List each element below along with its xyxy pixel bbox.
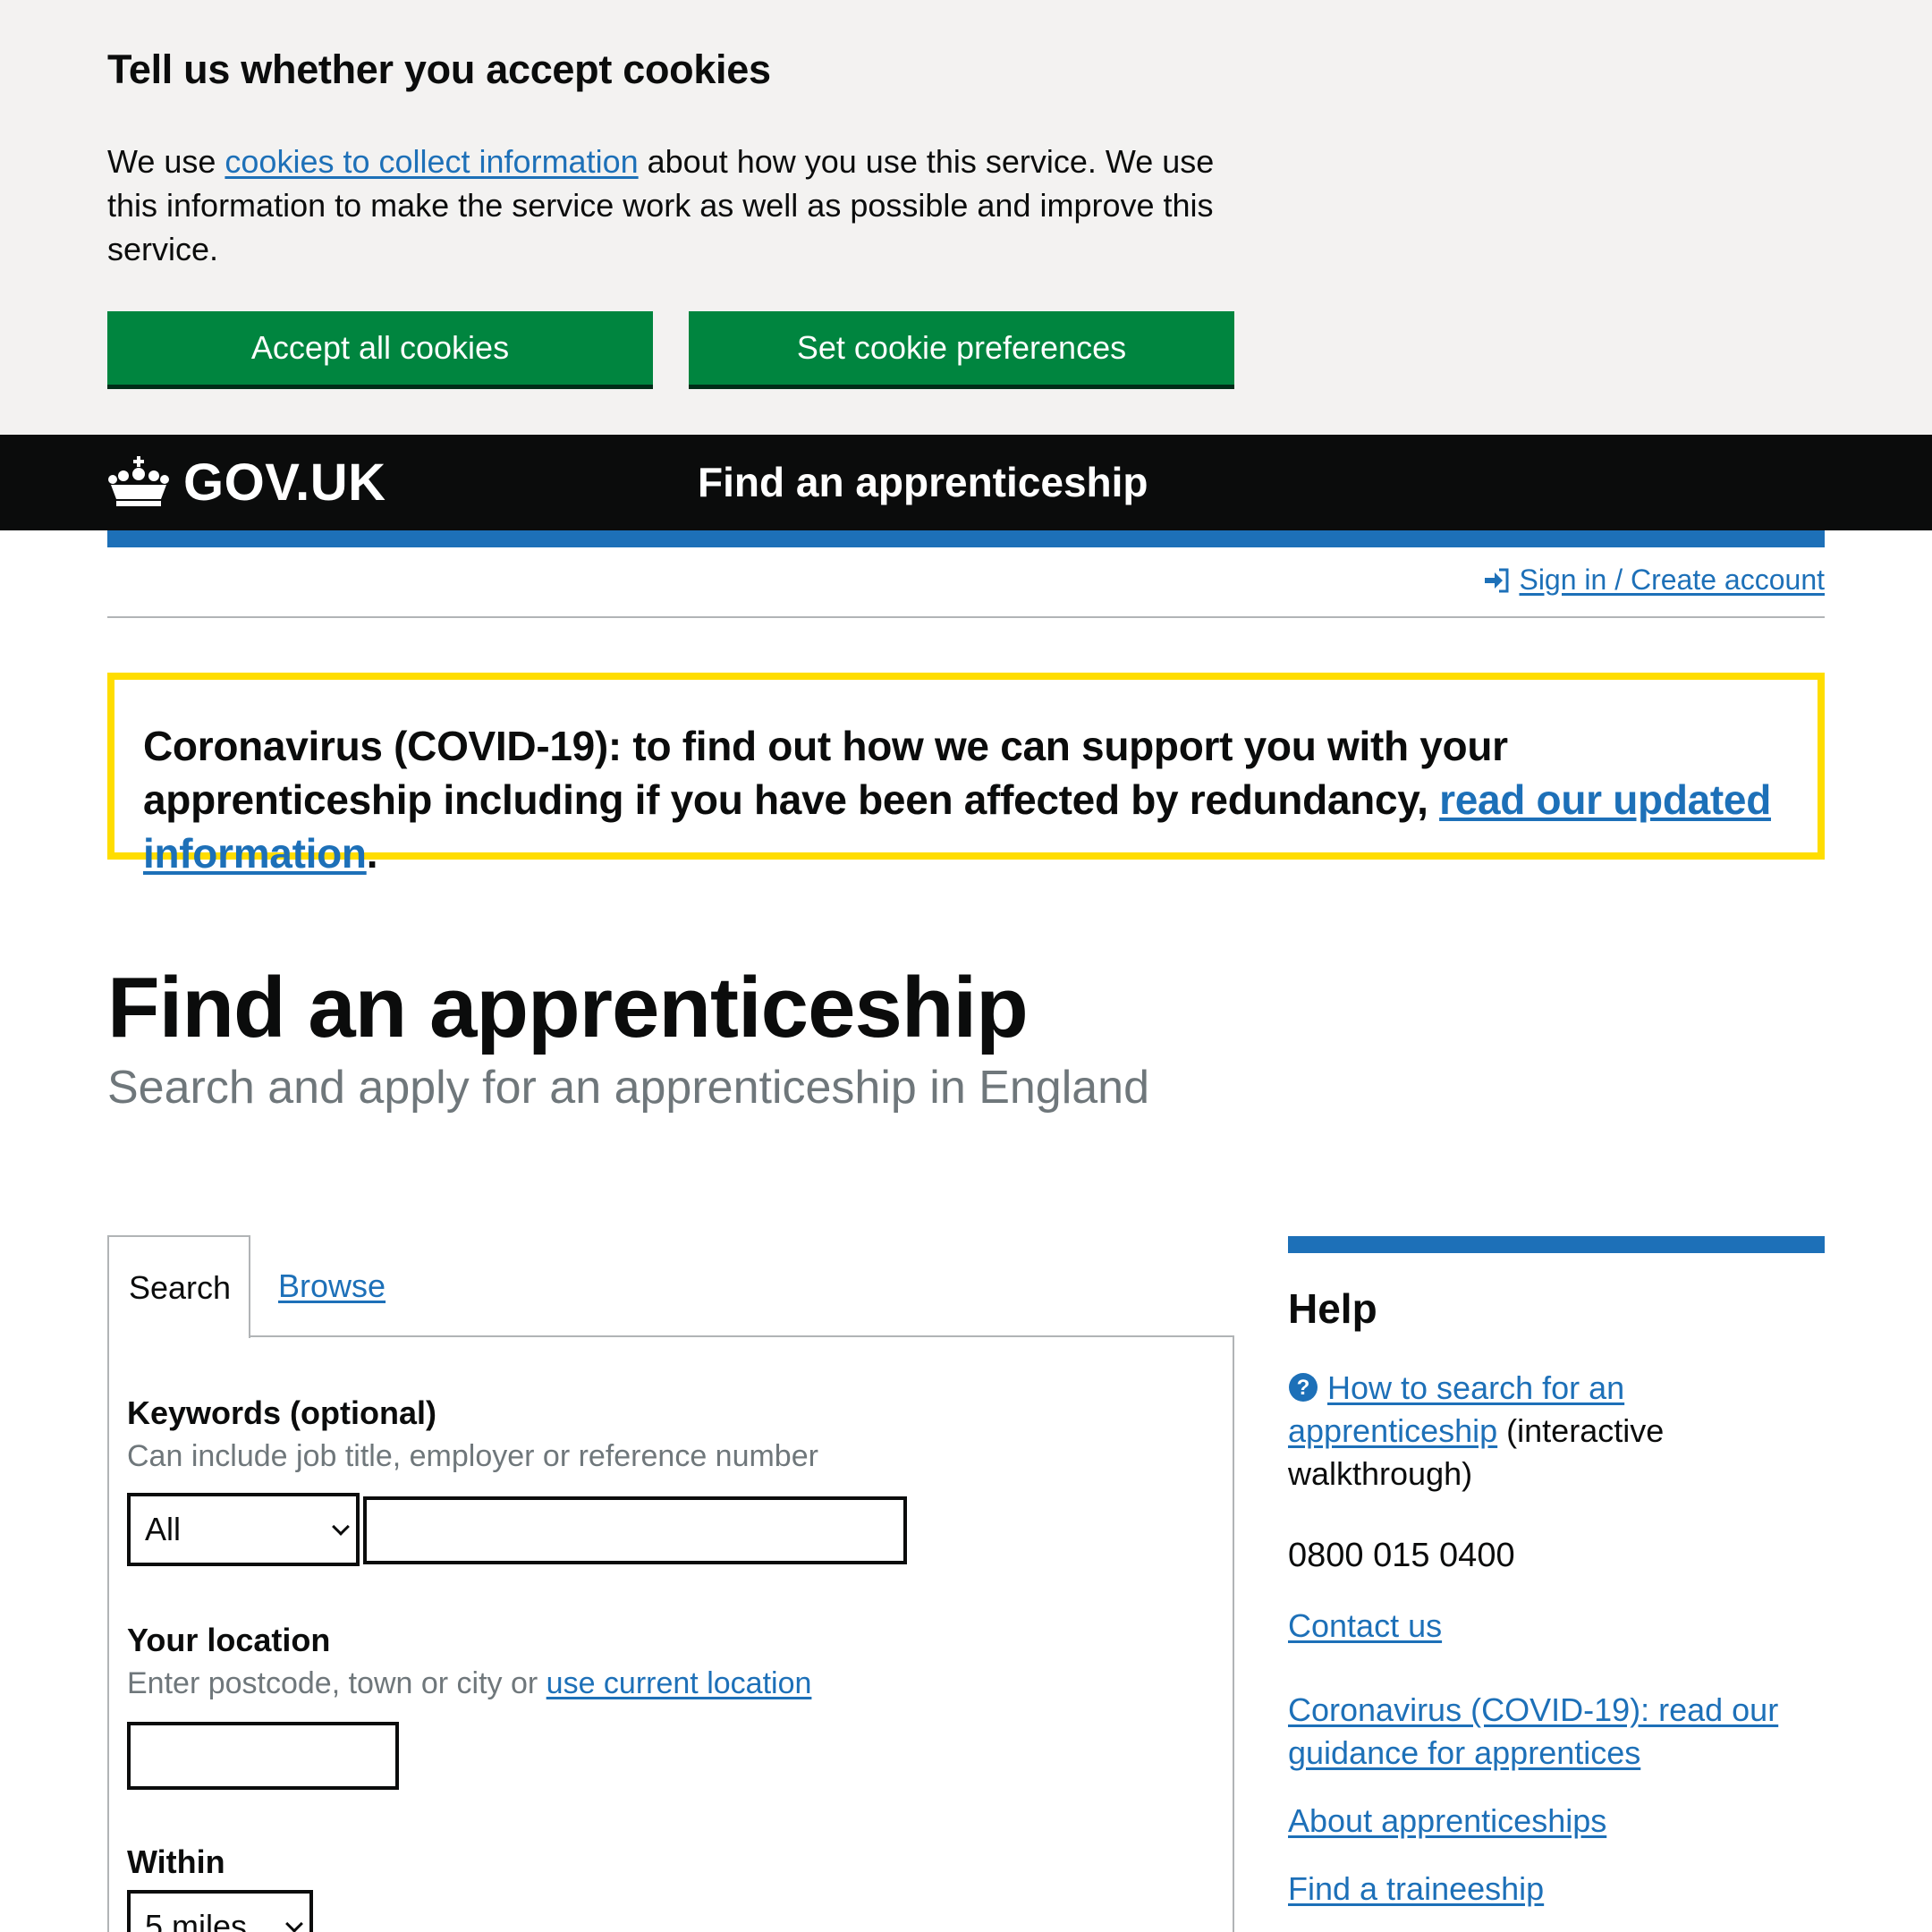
cookie-text-before: We use xyxy=(107,143,225,180)
contact-us-link[interactable]: Contact us xyxy=(1288,1605,1807,1648)
about-apprenticeships-link[interactable]: About apprenticeships xyxy=(1288,1800,1807,1843)
keywords-scope-value: All xyxy=(145,1511,182,1547)
page-subtitle: Search and apply for an apprenticeship i… xyxy=(107,1062,1150,1114)
location-hint-text: Enter postcode, town or city or xyxy=(127,1666,547,1700)
covid-banner-text: Coronavirus (COVID-19): to find out how … xyxy=(143,719,1782,880)
nav-divider xyxy=(107,616,1825,618)
help-title: Help xyxy=(1288,1285,1377,1332)
location-hint: Enter postcode, town or city or use curr… xyxy=(127,1666,811,1701)
covid-text: Coronavirus (COVID-19): to find out how … xyxy=(143,723,1508,823)
covid-text-end: . xyxy=(366,830,378,877)
cookies-info-link[interactable]: cookies to collect information xyxy=(225,143,638,180)
chevron-down-icon xyxy=(332,1518,350,1536)
cookie-banner: Tell us whether you accept cookies We us… xyxy=(0,0,1932,435)
help-blue-bar xyxy=(1288,1236,1825,1253)
chevron-down-icon xyxy=(285,1915,303,1932)
question-icon: ? xyxy=(1289,1373,1318,1402)
search-panel: Keywords (optional) Can include job titl… xyxy=(107,1335,1234,1932)
help-walkthrough: ? How to search for an apprenticeship (i… xyxy=(1288,1367,1789,1496)
account-nav: Sign in / Create account xyxy=(1483,564,1825,597)
header-blue-bar xyxy=(107,530,1825,547)
set-cookie-preferences-button[interactable]: Set cookie preferences xyxy=(689,311,1234,385)
within-label: Within xyxy=(127,1843,225,1880)
help-phone-number: 0800 015 0400 xyxy=(1288,1537,1515,1574)
keywords-label: Keywords (optional) xyxy=(127,1394,437,1431)
covid-guidance-link[interactable]: Coronavirus (COVID-19): read our guidanc… xyxy=(1288,1689,1807,1775)
service-name-link[interactable]: Find an apprenticeship xyxy=(698,458,1148,506)
within-distance-select[interactable]: 5 miles xyxy=(127,1890,313,1932)
crown-icon xyxy=(108,456,169,506)
location-label: Your location xyxy=(127,1622,331,1658)
keywords-hint: Can include job title, employer or refer… xyxy=(127,1439,818,1473)
use-current-location-link[interactable]: use current location xyxy=(547,1666,812,1700)
location-input[interactable] xyxy=(127,1722,399,1790)
find-traineeship-link[interactable]: Find a traineeship xyxy=(1288,1868,1807,1911)
govuk-logo-link[interactable]: GOV.UK xyxy=(183,453,386,513)
within-distance-value: 5 miles xyxy=(145,1908,248,1932)
sign-in-create-account-link[interactable]: Sign in / Create account xyxy=(1519,564,1825,597)
tab-search[interactable]: Search xyxy=(107,1235,250,1338)
covid-banner: Coronavirus (COVID-19): to find out how … xyxy=(107,673,1825,877)
page-title: Find an apprenticeship xyxy=(107,960,1029,1055)
tab-browse[interactable]: Browse xyxy=(278,1267,386,1305)
site-header: GOV.UK Find an apprenticeship xyxy=(0,435,1932,530)
svg-text:?: ? xyxy=(1297,1376,1310,1400)
cookie-banner-text: We use cookies to collect information ab… xyxy=(107,140,1216,271)
keywords-scope-select[interactable]: All xyxy=(127,1493,360,1566)
sign-in-icon xyxy=(1485,568,1509,592)
cookie-banner-title: Tell us whether you accept cookies xyxy=(107,47,771,92)
accept-all-cookies-button[interactable]: Accept all cookies xyxy=(107,311,653,385)
keywords-input[interactable] xyxy=(363,1496,907,1564)
